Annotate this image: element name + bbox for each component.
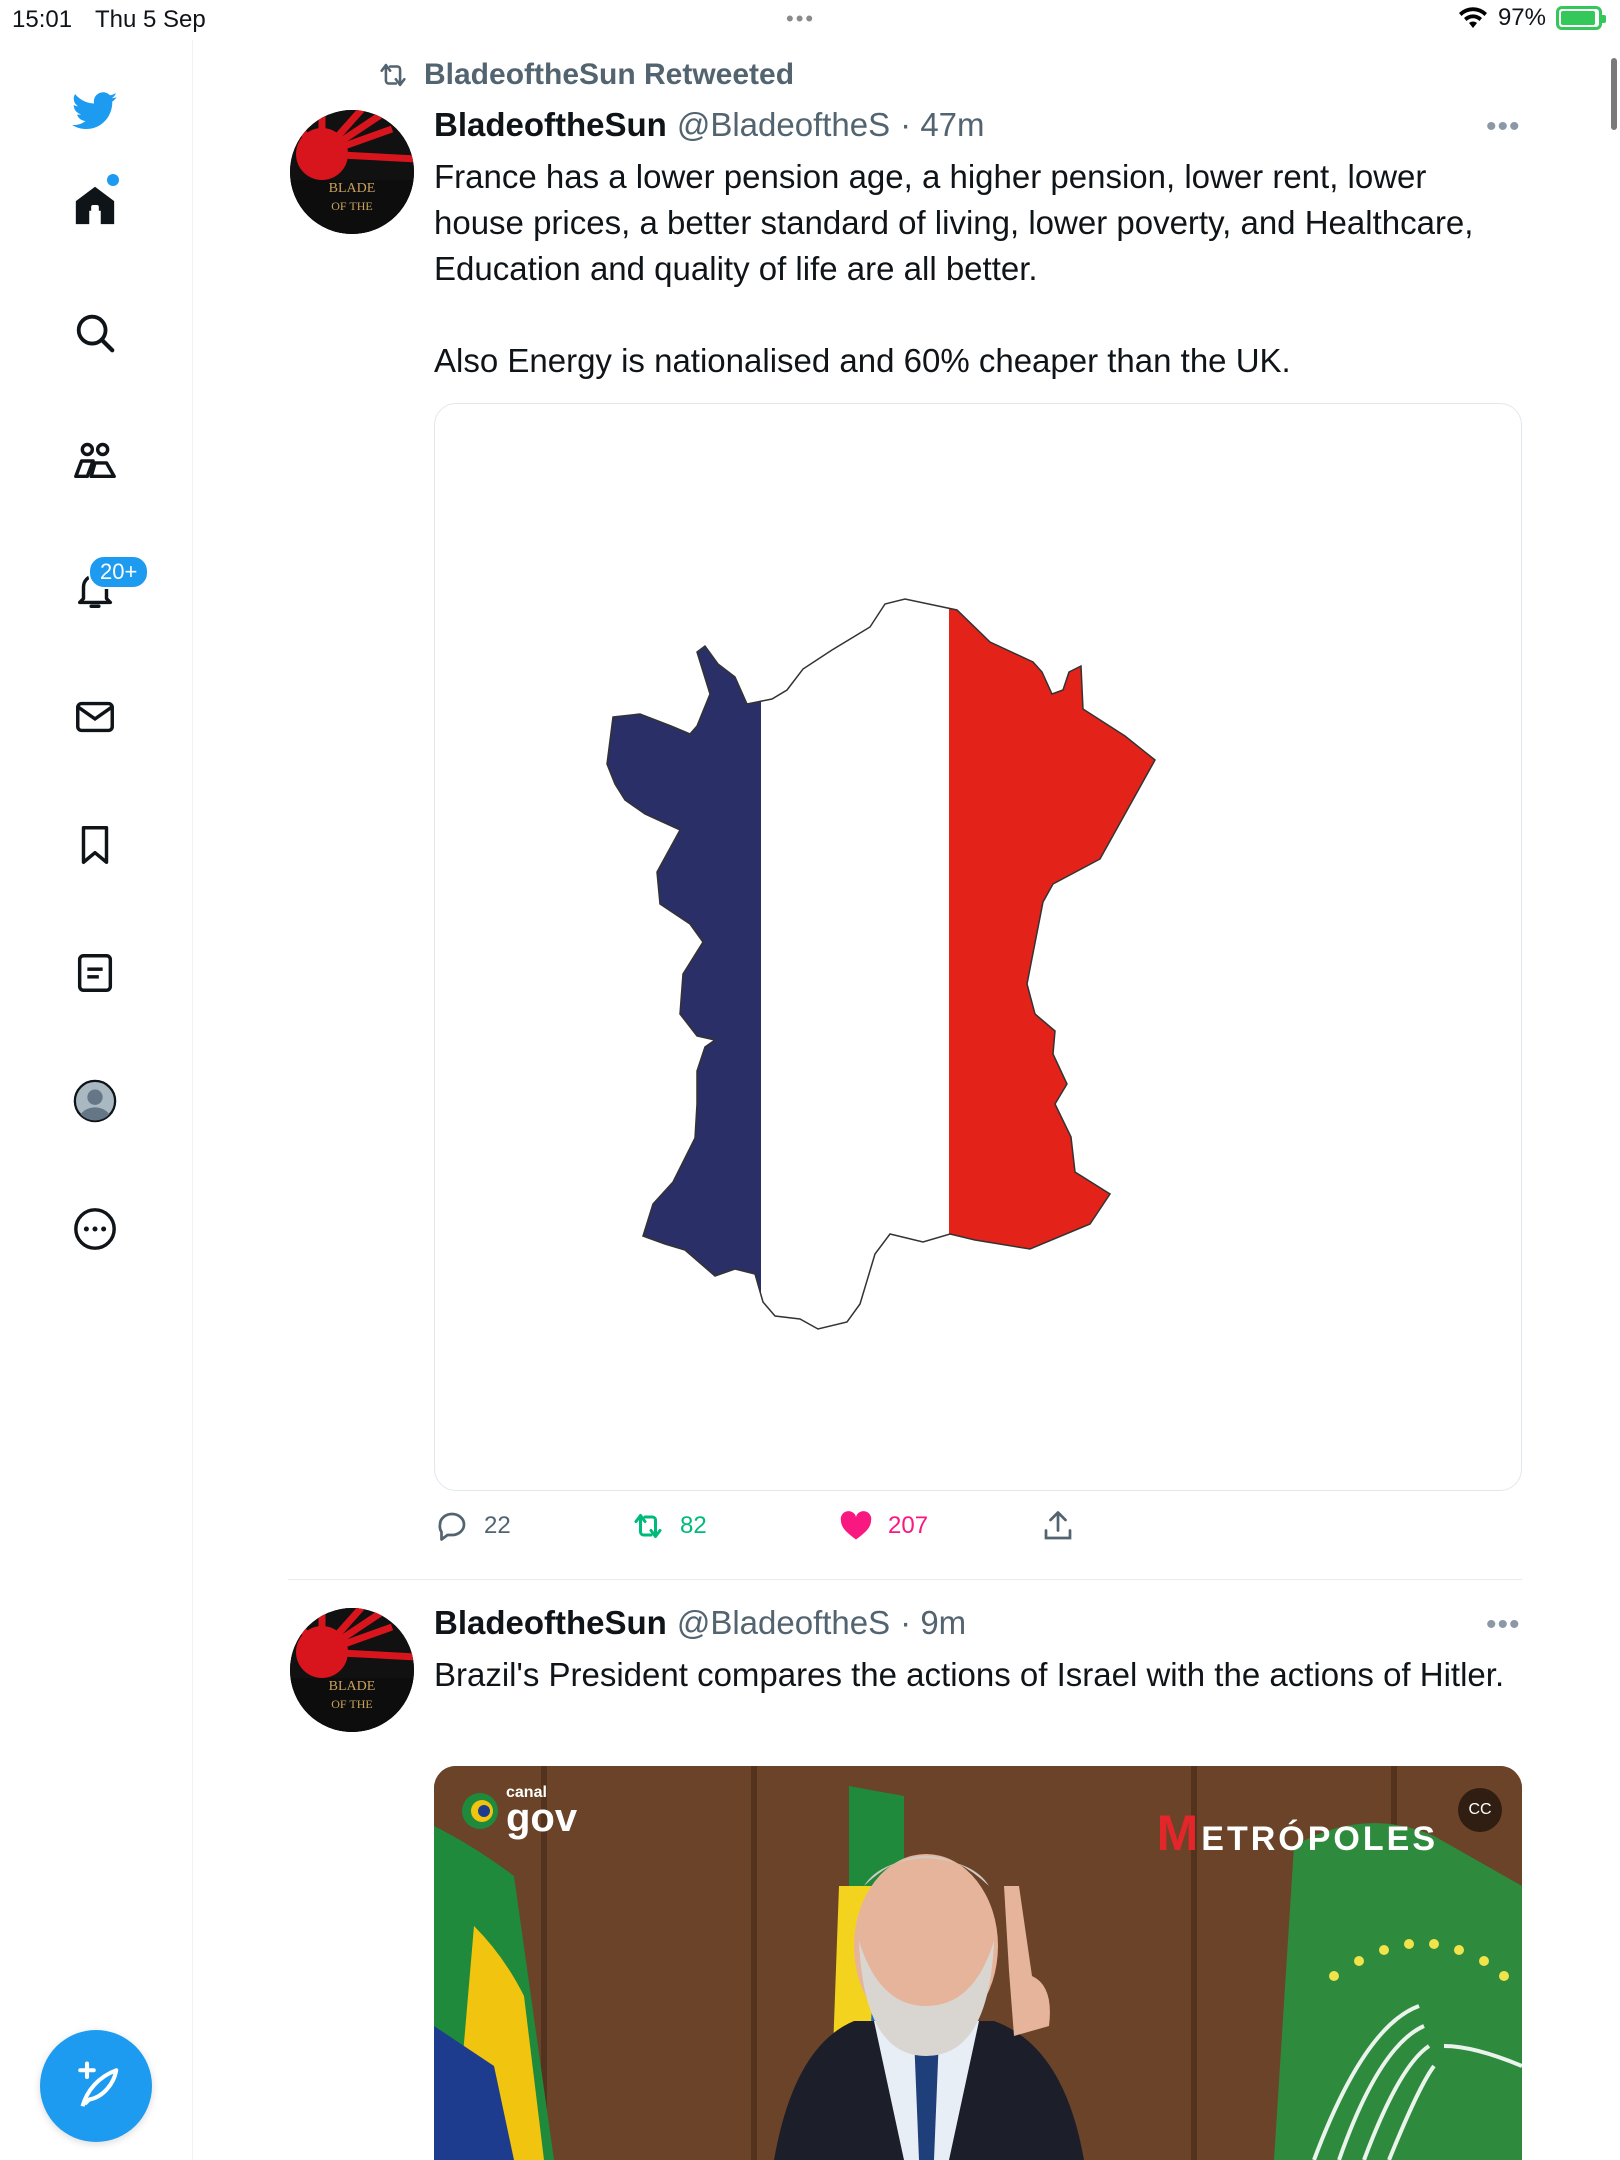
tweet-time[interactable]: · 47m — [900, 106, 984, 144]
messages-icon[interactable] — [70, 692, 120, 742]
tweet-divider — [288, 1579, 1522, 1580]
battery-percent: 97% — [1497, 4, 1546, 31]
sidebar: 20+ — [0, 40, 193, 2160]
svg-text:OF THE: OF THE — [331, 1697, 372, 1711]
reply-button[interactable]: 22 — [434, 1508, 511, 1544]
retweeted-by-text: BladeoftheSun Retweeted — [424, 58, 795, 91]
metropoles-logo: METRÓPOLES — [1157, 1804, 1438, 1862]
tweet-actions: 22 82 207 — [434, 1508, 1154, 1552]
tweet-author-avatar[interactable]: BLADE OF THE — [290, 110, 414, 234]
status-right: 97% — [1458, 4, 1606, 32]
tweet-time[interactable]: · 9m — [900, 1604, 966, 1642]
tweet-header: BladeoftheSun @BladeoftheS · 47m — [434, 106, 985, 144]
author-handle[interactable]: @BladeoftheS — [677, 1604, 890, 1642]
tweet-video[interactable]: canal gov METRÓPOLES CC — [434, 1766, 1522, 2160]
battery-icon — [1556, 6, 1606, 30]
compose-tweet-button[interactable] — [40, 2030, 152, 2142]
search-icon[interactable] — [70, 308, 120, 358]
like-button[interactable]: 207 — [838, 1508, 928, 1544]
retweet-count: 82 — [680, 1512, 707, 1539]
metropoles-text: ETRÓPOLES — [1201, 1820, 1438, 1858]
notifications-badge: 20+ — [88, 555, 150, 589]
tweet-more-icon[interactable]: ••• — [1486, 1608, 1521, 1642]
profile-avatar-icon[interactable] — [70, 1076, 120, 1126]
lists-icon[interactable] — [70, 948, 120, 998]
svg-text:OF THE: OF THE — [331, 199, 372, 213]
tweet-text: France has a lower pension age, a higher… — [434, 158, 1474, 379]
captions-icon[interactable]: CC — [1458, 1788, 1502, 1832]
share-button[interactable] — [1040, 1508, 1076, 1544]
reply-icon — [438, 1512, 466, 1541]
home-icon[interactable] — [70, 180, 120, 230]
metropoles-m: M — [1156, 1805, 1202, 1861]
status-date: Thu 5 Sep — [95, 6, 206, 33]
share-icon — [1044, 1511, 1072, 1540]
wifi-icon — [1458, 7, 1487, 28]
communities-icon[interactable] — [70, 436, 120, 486]
tweet-text: Brazil's President compares the actions … — [434, 1656, 1505, 1693]
status-time: 15:01 — [12, 6, 73, 33]
status-bar: 15:01 Thu 5 Sep ••• 97% — [0, 0, 1620, 40]
rising-sun-avatar-image: BLADE OF THE — [290, 110, 414, 234]
author-name[interactable]: BladeoftheSun — [434, 106, 667, 144]
scrollbar[interactable] — [1611, 58, 1617, 130]
tweet-header: BladeoftheSun @BladeoftheS · 9m — [434, 1604, 966, 1642]
canal-gov-logo: canal gov — [460, 1785, 578, 1840]
multitasking-dots-icon[interactable]: ••• — [786, 6, 815, 32]
tweet-image[interactable] — [434, 403, 1522, 1491]
retweet-context[interactable]: BladeoftheSun Retweeted — [374, 58, 794, 92]
svg-text:BLADE: BLADE — [329, 1679, 376, 1694]
tweet-more-icon[interactable]: ••• — [1486, 110, 1521, 144]
svg-text:BLADE: BLADE — [329, 181, 376, 196]
reply-count: 22 — [484, 1512, 511, 1539]
tweet-author-avatar[interactable]: BLADE OF THE — [290, 1608, 414, 1732]
retweet-icon — [634, 1514, 662, 1538]
more-icon[interactable] — [70, 1204, 120, 1254]
gov-text: gov — [506, 1796, 578, 1840]
compose-feather-icon — [78, 2061, 119, 2107]
brazil-globe-icon — [462, 1793, 498, 1829]
retweet-icon — [380, 63, 406, 87]
bookmarks-icon[interactable] — [70, 820, 120, 870]
retweet-button[interactable]: 82 — [630, 1508, 707, 1544]
like-count: 207 — [888, 1512, 929, 1539]
author-handle[interactable]: @BladeoftheS — [677, 106, 890, 144]
author-name[interactable]: BladeoftheSun — [434, 1604, 667, 1642]
rising-sun-avatar-image: BLADE OF THE — [290, 1608, 414, 1732]
france-flag-map-image — [606, 598, 1156, 1330]
home-unread-dot — [107, 174, 119, 186]
heart-icon — [840, 1511, 872, 1540]
twitter-logo-icon[interactable] — [70, 86, 120, 136]
